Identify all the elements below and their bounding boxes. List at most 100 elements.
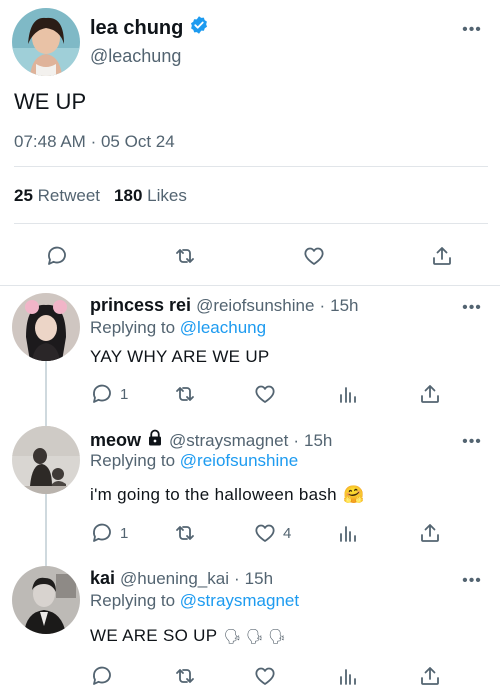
divider xyxy=(0,285,500,286)
more-options-button[interactable]: ••• xyxy=(460,430,484,454)
retweet-button[interactable] xyxy=(173,664,197,688)
likes-label: Likes xyxy=(147,186,187,205)
reply-header: meow @straysmagnet · 15h xyxy=(90,429,332,452)
analytics-button[interactable] xyxy=(336,664,360,688)
retweet-icon xyxy=(176,249,194,263)
reply-icon xyxy=(93,523,111,542)
retweet-button[interactable] xyxy=(173,244,197,268)
reply-header: kai @huening_kai · 15h xyxy=(90,568,273,589)
more-options-button[interactable]: ••• xyxy=(460,296,484,320)
speaking-head-emoji: 🗣 🗣 🗣 xyxy=(223,627,286,644)
replying-mention[interactable]: @straysmagnet xyxy=(180,591,299,610)
time-separator: · xyxy=(90,132,97,151)
retweet-button[interactable] xyxy=(173,382,197,406)
author-handle[interactable]: @leachung xyxy=(90,46,181,67)
reply-header: princess rei @reiofsunshine · 15h xyxy=(90,295,359,316)
reply-avatar[interactable] xyxy=(12,293,80,361)
like-icon xyxy=(255,524,275,542)
analytics-icon xyxy=(340,387,356,403)
reply-author-name[interactable]: kai xyxy=(90,568,115,589)
tweet-text: WE UP xyxy=(14,89,87,114)
replying-to: Replying to @straysmagnet xyxy=(90,591,299,611)
reply-time[interactable]: 15h xyxy=(330,296,358,316)
verified-badge-icon xyxy=(189,15,209,41)
like-icon xyxy=(304,247,324,265)
reply-text: YAY WHY ARE WE UP xyxy=(90,347,270,367)
like-button[interactable] xyxy=(302,244,326,268)
reply-count: 1 xyxy=(120,385,129,403)
reply-text: WE ARE SO UP 🗣 🗣 🗣 xyxy=(90,626,286,646)
reply-avatar[interactable] xyxy=(12,426,80,494)
replying-prefix: Replying to xyxy=(90,591,176,610)
reply-author-handle[interactable]: @reiofsunshine xyxy=(196,296,314,316)
reply-button[interactable]: 1 xyxy=(90,382,128,406)
share-icon xyxy=(421,667,439,685)
share-icon xyxy=(433,247,451,265)
like-button[interactable] xyxy=(253,664,277,688)
retweet-icon xyxy=(176,387,194,401)
share-icon xyxy=(421,385,439,403)
replying-prefix: Replying to xyxy=(90,451,176,470)
retweet-button[interactable] xyxy=(173,521,197,545)
more-options-button[interactable]: ••• xyxy=(460,569,484,593)
more-options-button[interactable]: ••• xyxy=(460,18,484,42)
share-icon xyxy=(421,524,439,542)
analytics-button[interactable] xyxy=(336,521,360,545)
share-button[interactable] xyxy=(418,664,442,688)
reply-time[interactable]: 15h xyxy=(304,431,332,451)
reply-author-handle[interactable]: @straysmagnet xyxy=(169,431,288,451)
separator-dot: · xyxy=(319,295,326,315)
tweet-actions xyxy=(0,240,500,274)
like-count: 4 xyxy=(283,524,292,542)
separator-dot: · xyxy=(233,568,240,588)
like-icon xyxy=(255,667,275,685)
reply-text-content: i'm going to the halloween bash xyxy=(90,485,337,504)
replying-prefix: Replying to xyxy=(90,318,176,337)
replying-to: Replying to @reiofsunshine xyxy=(90,451,298,471)
like-button[interactable] xyxy=(253,382,277,406)
author-avatar[interactable] xyxy=(12,8,80,76)
lock-icon xyxy=(146,429,164,452)
like-icon xyxy=(255,385,275,403)
replying-mention[interactable]: @reiofsunshine xyxy=(180,451,298,470)
share-button[interactable] xyxy=(418,382,442,406)
tweet-timestamp[interactable]: 07:48 AM · 05 Oct 24 xyxy=(14,132,175,152)
share-button[interactable] xyxy=(430,244,454,268)
like-button[interactable]: 4 xyxy=(253,521,291,545)
reply-time[interactable]: 15h xyxy=(245,569,273,589)
reply-author-handle[interactable]: @huening_kai xyxy=(120,569,229,589)
reply-button[interactable]: 1 xyxy=(90,521,128,545)
author-name[interactable]: lea chung xyxy=(90,17,183,40)
divider xyxy=(14,223,488,224)
reply-actions: 1 4 xyxy=(0,521,500,547)
reply-text-content: YAY WHY ARE WE UP xyxy=(90,347,270,366)
author-name-row: lea chung xyxy=(90,15,209,41)
reply-icon xyxy=(48,246,66,265)
share-button[interactable] xyxy=(418,521,442,545)
likes-stat[interactable]: 180 Likes xyxy=(114,186,187,206)
reply-button[interactable] xyxy=(90,664,114,688)
reply-author-name[interactable]: meow xyxy=(90,430,141,451)
hugging-face-emoji: 🤗 xyxy=(342,485,365,504)
reply-avatar[interactable] xyxy=(12,566,80,634)
analytics-icon xyxy=(340,669,356,685)
reply-text: i'm going to the halloween bash 🤗 xyxy=(90,485,364,505)
retweet-count: 25 xyxy=(14,186,33,205)
reply-button[interactable] xyxy=(45,244,69,268)
analytics-button[interactable] xyxy=(336,382,360,406)
retweet-icon xyxy=(176,526,194,540)
reply-count: 1 xyxy=(120,524,129,542)
retweet-stat[interactable]: 25 Retweet xyxy=(14,186,100,206)
divider xyxy=(14,166,488,167)
reply-author-name[interactable]: princess rei xyxy=(90,295,191,316)
retweet-label: Retweet xyxy=(37,186,101,205)
likes-count: 180 xyxy=(114,186,143,205)
replying-mention[interactable]: @leachung xyxy=(180,318,266,337)
tweet-date: 05 Oct 24 xyxy=(100,132,175,151)
tweet-time: 07:48 AM xyxy=(14,132,86,151)
reply-actions xyxy=(0,664,500,690)
tweet-stats: 25 Retweet 180 Likes xyxy=(14,186,187,206)
separator-dot: · xyxy=(293,430,299,450)
reply-icon xyxy=(93,384,111,403)
reply-icon xyxy=(93,666,111,685)
